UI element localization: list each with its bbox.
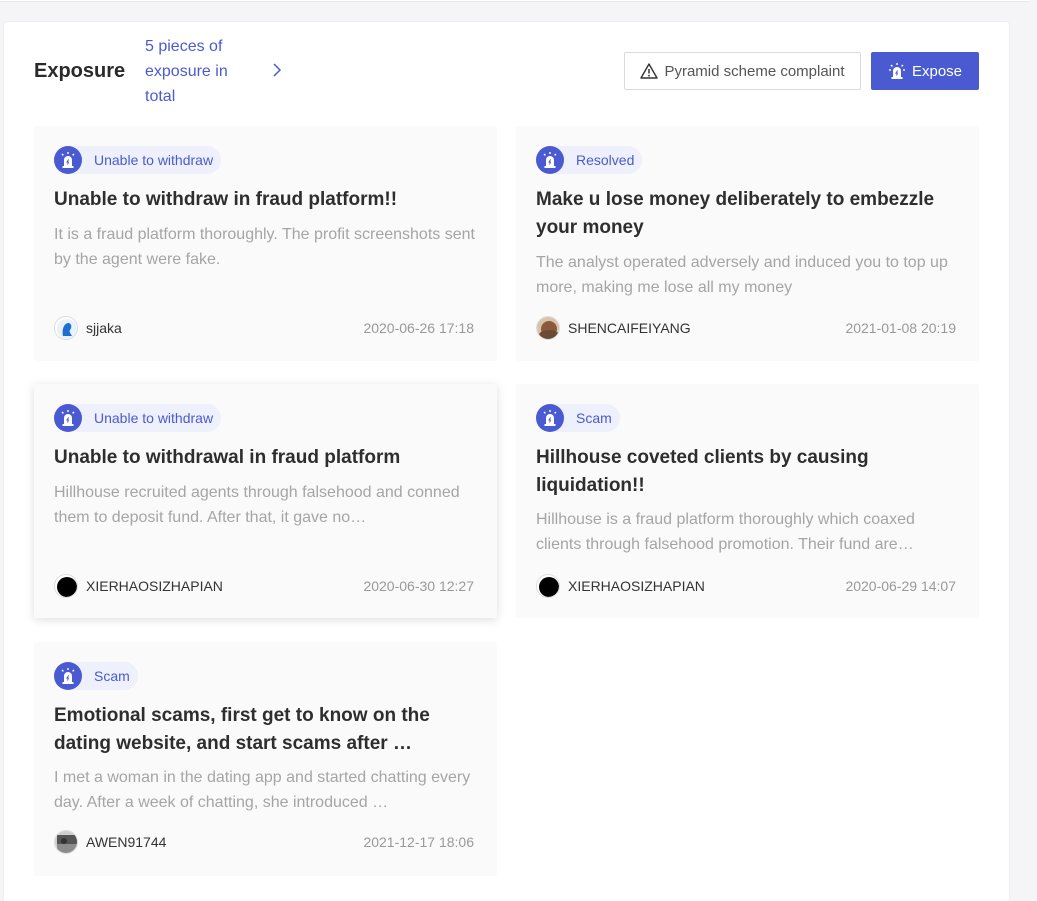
timestamp: 2021-01-08 20:19 — [845, 320, 956, 336]
chevron-right-icon[interactable] — [270, 63, 284, 77]
timestamp: 2020-06-30 12:27 — [363, 578, 474, 594]
category-label: Scam — [576, 410, 612, 426]
exposure-card[interactable]: Scam Hillhouse coveted clients by causin… — [516, 384, 979, 618]
avatar[interactable] — [536, 574, 560, 598]
exposure-panel: Exposure 5 pieces of exposure in total P… — [3, 21, 1010, 901]
username[interactable]: XIERHAOSIZHAPIAN — [568, 578, 705, 594]
timestamp: 2020-06-29 14:07 — [845, 578, 956, 594]
card-title[interactable]: Hillhouse coveted clients by causing liq… — [536, 444, 956, 500]
exposure-card[interactable]: Unable to withdraw Unable to withdrawal … — [34, 384, 497, 618]
alarm-icon — [54, 404, 82, 432]
username[interactable]: AWEN91744 — [86, 834, 166, 850]
card-description: I met a woman in the dating app and star… — [54, 769, 471, 811]
page-title: Exposure — [34, 60, 126, 82]
card-description: The analyst operated adversely and induc… — [536, 254, 948, 296]
category-badge: Unable to withdraw — [54, 146, 222, 174]
card-description: It is a fraud platform thoroughly. The p… — [54, 226, 475, 268]
category-label: Unable to withdraw — [94, 152, 214, 168]
card-title[interactable]: Emotional scams, first get to know on th… — [54, 702, 474, 758]
avatar[interactable] — [54, 830, 78, 854]
exposure-card[interactable]: Scam Emotional scams, first get to know … — [34, 642, 497, 876]
exposure-header: Exposure 5 pieces of exposure in total P… — [34, 22, 980, 122]
card-footer: AWEN91744 2021-12-17 18:06 — [54, 830, 474, 854]
card-footer: XIERHAOSIZHAPIAN 2020-06-30 12:27 — [54, 574, 474, 598]
expose-button-label: Expose — [911, 62, 963, 80]
alarm-icon — [54, 146, 82, 174]
card-description: Hillhouse is a fraud platform thoroughly… — [536, 511, 915, 553]
alarm-icon — [54, 662, 82, 690]
category-badge: Resolved — [536, 146, 643, 174]
category-badge: Scam — [536, 404, 620, 432]
top-divider — [0, 0, 1030, 2]
alarm-icon — [536, 146, 564, 174]
pyramid-scheme-complaint-button[interactable]: Pyramid scheme complaint — [624, 52, 861, 90]
alarm-icon — [536, 404, 564, 432]
avatar[interactable] — [54, 316, 78, 340]
category-label: Unable to withdraw — [94, 410, 214, 426]
card-footer: SHENCAIFEIYANG 2021-01-08 20:19 — [536, 316, 956, 340]
avatar[interactable] — [54, 574, 78, 598]
username[interactable]: sjjaka — [86, 320, 122, 336]
exposure-card[interactable]: Resolved Make u lose money deliberately … — [516, 126, 979, 361]
timestamp: 2021-12-17 18:06 — [363, 834, 474, 850]
card-footer: XIERHAOSIZHAPIAN 2020-06-29 14:07 — [536, 574, 956, 598]
exposure-card[interactable]: Unable to withdraw Unable to withdraw in… — [34, 126, 497, 361]
card-title[interactable]: Unable to withdraw in fraud platform!! — [54, 186, 474, 214]
username[interactable]: SHENCAIFEIYANG — [568, 320, 691, 336]
card-footer: sjjaka 2020-06-26 17:18 — [54, 316, 474, 340]
username[interactable]: XIERHAOSIZHAPIAN — [86, 578, 223, 594]
card-description: Hillhouse recruited agents through false… — [54, 484, 460, 526]
card-title[interactable]: Unable to withdrawal in fraud platform — [54, 444, 474, 472]
category-label: Resolved — [576, 152, 635, 168]
expose-button[interactable]: Expose — [871, 52, 979, 90]
card-title[interactable]: Make u lose money deliberately to embezz… — [536, 186, 956, 242]
category-badge: Scam — [54, 662, 138, 690]
avatar[interactable] — [536, 316, 560, 340]
complaint-button-label: Pyramid scheme complaint — [664, 62, 845, 80]
alarm-icon — [888, 63, 905, 79]
exposure-count-link[interactable]: 5 pieces of exposure in total — [145, 34, 250, 109]
category-label: Scam — [94, 668, 130, 684]
category-badge: Unable to withdraw — [54, 404, 222, 432]
timestamp: 2020-06-26 17:18 — [363, 320, 474, 336]
warning-icon — [640, 63, 659, 79]
